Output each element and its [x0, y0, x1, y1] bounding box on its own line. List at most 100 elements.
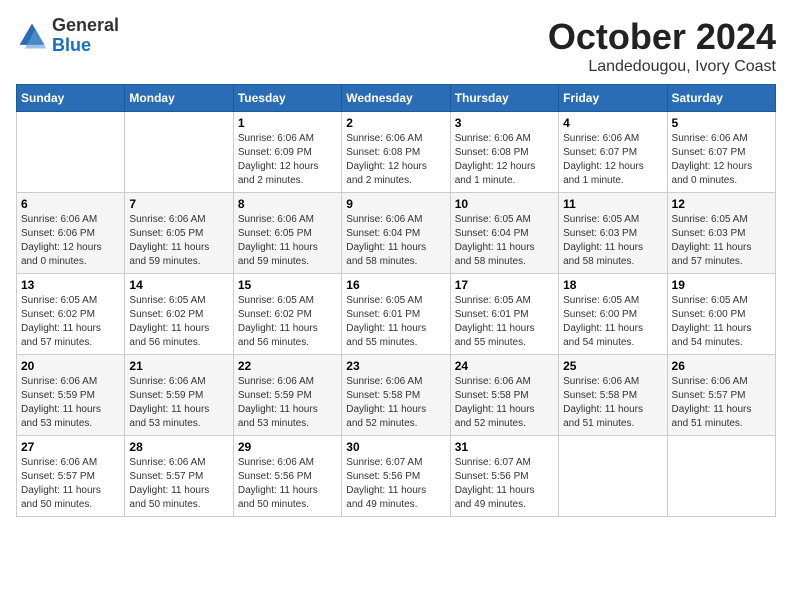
day-info: Sunrise: 6:06 AM Sunset: 6:08 PM Dayligh… — [455, 132, 554, 188]
calendar-header-row: SundayMondayTuesdayWednesdayThursdayFrid… — [17, 85, 776, 112]
logo-general-text: General — [52, 16, 119, 36]
calendar-cell: 14 Sunrise: 6:05 AM Sunset: 6:02 PM Dayli… — [125, 274, 233, 355]
calendar-cell — [17, 112, 125, 193]
calendar-cell: 2 Sunrise: 6:06 AM Sunset: 6:08 PM Daylig… — [342, 112, 450, 193]
day-info: Sunrise: 6:06 AM Sunset: 6:07 PM Dayligh… — [672, 132, 771, 188]
header-tuesday: Tuesday — [233, 85, 341, 112]
day-number: 17 — [455, 278, 554, 292]
day-info: Sunrise: 6:06 AM Sunset: 5:57 PM Dayligh… — [672, 375, 771, 431]
day-number: 12 — [672, 197, 771, 211]
day-number: 24 — [455, 359, 554, 373]
calendar-cell: 9 Sunrise: 6:06 AM Sunset: 6:04 PM Daylig… — [342, 193, 450, 274]
header-friday: Friday — [559, 85, 667, 112]
day-number: 18 — [563, 278, 662, 292]
calendar-cell: 22Sunrise: 6:06 AM Sunset: 5:59 PM Dayli… — [233, 355, 341, 436]
day-number: 31 — [455, 440, 554, 454]
day-info: Sunrise: 6:05 AM Sunset: 6:02 PM Dayligh… — [21, 294, 120, 350]
day-info: Sunrise: 6:05 AM Sunset: 6:03 PM Dayligh… — [672, 213, 771, 269]
day-number: 26 — [672, 359, 771, 373]
day-info: Sunrise: 6:06 AM Sunset: 5:56 PM Dayligh… — [238, 456, 337, 512]
week-row-5: 27 Sunrise: 6:06 AM Sunset: 5:57 PM Dayli… — [17, 436, 776, 517]
day-number: 27 — [21, 440, 120, 454]
week-row-1: 1 Sunrise: 6:06 AM Sunset: 6:09 PM Daylig… — [17, 112, 776, 193]
day-info: Sunrise: 6:06 AM Sunset: 6:06 PM Dayligh… — [21, 213, 120, 269]
week-row-3: 13 Sunrise: 6:05 AM Sunset: 6:02 PM Dayli… — [17, 274, 776, 355]
day-info: Sunrise: 6:05 AM Sunset: 6:04 PM Dayligh… — [455, 213, 554, 269]
page-title: October 2024 — [548, 16, 776, 58]
logo-icon — [16, 20, 48, 52]
day-number: 7 — [129, 197, 228, 211]
day-number: 10 — [455, 197, 554, 211]
calendar-cell: 10 Sunrise: 6:05 AM Sunset: 6:04 PM Dayli… — [450, 193, 558, 274]
day-number: 9 — [346, 197, 445, 211]
day-info: Sunrise: 6:06 AM Sunset: 6:05 PM Dayligh… — [129, 213, 228, 269]
day-info: Sunrise: 6:06 AM Sunset: 6:07 PM Dayligh… — [563, 132, 662, 188]
day-info: Sunrise: 6:06 AM Sunset: 5:57 PM Dayligh… — [129, 456, 228, 512]
day-number: 2 — [346, 116, 445, 130]
week-row-2: 6 Sunrise: 6:06 AM Sunset: 6:06 PM Daylig… — [17, 193, 776, 274]
calendar-cell: 18 Sunrise: 6:05 AM Sunset: 6:00 PM Dayli… — [559, 274, 667, 355]
day-number: 4 — [563, 116, 662, 130]
day-info: Sunrise: 6:06 AM Sunset: 5:58 PM Dayligh… — [455, 375, 554, 431]
calendar-cell: 12 Sunrise: 6:05 AM Sunset: 6:03 PM Dayli… — [667, 193, 775, 274]
calendar-cell: 3 Sunrise: 6:06 AM Sunset: 6:08 PM Daylig… — [450, 112, 558, 193]
day-number: 14 — [129, 278, 228, 292]
calendar-cell: 11 Sunrise: 6:05 AM Sunset: 6:03 PM Dayli… — [559, 193, 667, 274]
day-number: 30 — [346, 440, 445, 454]
day-info: Sunrise: 6:05 AM Sunset: 6:02 PM Dayligh… — [238, 294, 337, 350]
calendar-cell: 24 Sunrise: 6:06 AM Sunset: 5:58 PM Dayli… — [450, 355, 558, 436]
day-info: Sunrise: 6:06 AM Sunset: 6:04 PM Dayligh… — [346, 213, 445, 269]
week-row-4: 20 Sunrise: 6:06 AM Sunset: 5:59 PM Dayli… — [17, 355, 776, 436]
header-saturday: Saturday — [667, 85, 775, 112]
calendar-cell: 27 Sunrise: 6:06 AM Sunset: 5:57 PM Dayli… — [17, 436, 125, 517]
day-info: Sunrise: 6:06 AM Sunset: 6:05 PM Dayligh… — [238, 213, 337, 269]
day-info: Sunrise: 6:06 AM Sunset: 5:59 PM Dayligh… — [21, 375, 120, 431]
calendar-cell: 1 Sunrise: 6:06 AM Sunset: 6:09 PM Daylig… — [233, 112, 341, 193]
calendar-cell: 31 Sunrise: 6:07 AM Sunset: 5:56 PM Dayli… — [450, 436, 558, 517]
day-info: Sunrise: 6:05 AM Sunset: 6:02 PM Dayligh… — [129, 294, 228, 350]
day-info: Sunrise: 6:06 AM Sunset: 5:57 PM Dayligh… — [21, 456, 120, 512]
day-number: 23 — [346, 359, 445, 373]
day-info: Sunrise: 6:06 AM Sunset: 5:59 PM Dayligh… — [129, 375, 228, 431]
day-number: 21 — [129, 359, 228, 373]
calendar-cell: 21 Sunrise: 6:06 AM Sunset: 5:59 PM Dayli… — [125, 355, 233, 436]
calendar-cell: 8Sunrise: 6:06 AM Sunset: 6:05 PM Daylig… — [233, 193, 341, 274]
day-info: Sunrise: 6:07 AM Sunset: 5:56 PM Dayligh… — [455, 456, 554, 512]
day-info: Sunrise: 6:07 AM Sunset: 5:56 PM Dayligh… — [346, 456, 445, 512]
calendar-table: SundayMondayTuesdayWednesdayThursdayFrid… — [16, 84, 776, 517]
calendar-cell: 4 Sunrise: 6:06 AM Sunset: 6:07 PM Daylig… — [559, 112, 667, 193]
day-number: 1 — [238, 116, 337, 130]
calendar-cell — [559, 436, 667, 517]
title-block: October 2024 Landedougou, Ivory Coast — [548, 16, 776, 76]
day-number: 11 — [563, 197, 662, 211]
day-info: Sunrise: 6:05 AM Sunset: 6:00 PM Dayligh… — [672, 294, 771, 350]
calendar-cell: 28Sunrise: 6:06 AM Sunset: 5:57 PM Dayli… — [125, 436, 233, 517]
day-info: Sunrise: 6:06 AM Sunset: 6:08 PM Dayligh… — [346, 132, 445, 188]
day-number: 5 — [672, 116, 771, 130]
day-number: 29 — [238, 440, 337, 454]
day-number: 6 — [21, 197, 120, 211]
day-info: Sunrise: 6:05 AM Sunset: 6:01 PM Dayligh… — [455, 294, 554, 350]
calendar-cell: 6 Sunrise: 6:06 AM Sunset: 6:06 PM Daylig… — [17, 193, 125, 274]
calendar-cell: 7 Sunrise: 6:06 AM Sunset: 6:05 PM Daylig… — [125, 193, 233, 274]
day-info: Sunrise: 6:06 AM Sunset: 6:09 PM Dayligh… — [238, 132, 337, 188]
day-number: 3 — [455, 116, 554, 130]
calendar-cell: 26 Sunrise: 6:06 AM Sunset: 5:57 PM Dayli… — [667, 355, 775, 436]
day-info: Sunrise: 6:05 AM Sunset: 6:01 PM Dayligh… — [346, 294, 445, 350]
calendar-cell: 19 Sunrise: 6:05 AM Sunset: 6:00 PM Dayli… — [667, 274, 775, 355]
day-number: 15 — [238, 278, 337, 292]
calendar-cell — [667, 436, 775, 517]
day-info: Sunrise: 6:06 AM Sunset: 5:58 PM Dayligh… — [563, 375, 662, 431]
day-number: 19 — [672, 278, 771, 292]
day-number: 13 — [21, 278, 120, 292]
page-subtitle: Landedougou, Ivory Coast — [548, 58, 776, 76]
page-header: General Blue October 2024 Landedougou, I… — [16, 16, 776, 76]
calendar-cell: 13 Sunrise: 6:05 AM Sunset: 6:02 PM Dayli… — [17, 274, 125, 355]
day-info: Sunrise: 6:05 AM Sunset: 6:03 PM Dayligh… — [563, 213, 662, 269]
day-number: 20 — [21, 359, 120, 373]
day-info: Sunrise: 6:05 AM Sunset: 6:00 PM Dayligh… — [563, 294, 662, 350]
calendar-cell: 30 Sunrise: 6:07 AM Sunset: 5:56 PM Dayli… — [342, 436, 450, 517]
calendar-cell: 29 Sunrise: 6:06 AM Sunset: 5:56 PM Dayli… — [233, 436, 341, 517]
calendar-cell: 20 Sunrise: 6:06 AM Sunset: 5:59 PM Dayli… — [17, 355, 125, 436]
header-sunday: Sunday — [17, 85, 125, 112]
